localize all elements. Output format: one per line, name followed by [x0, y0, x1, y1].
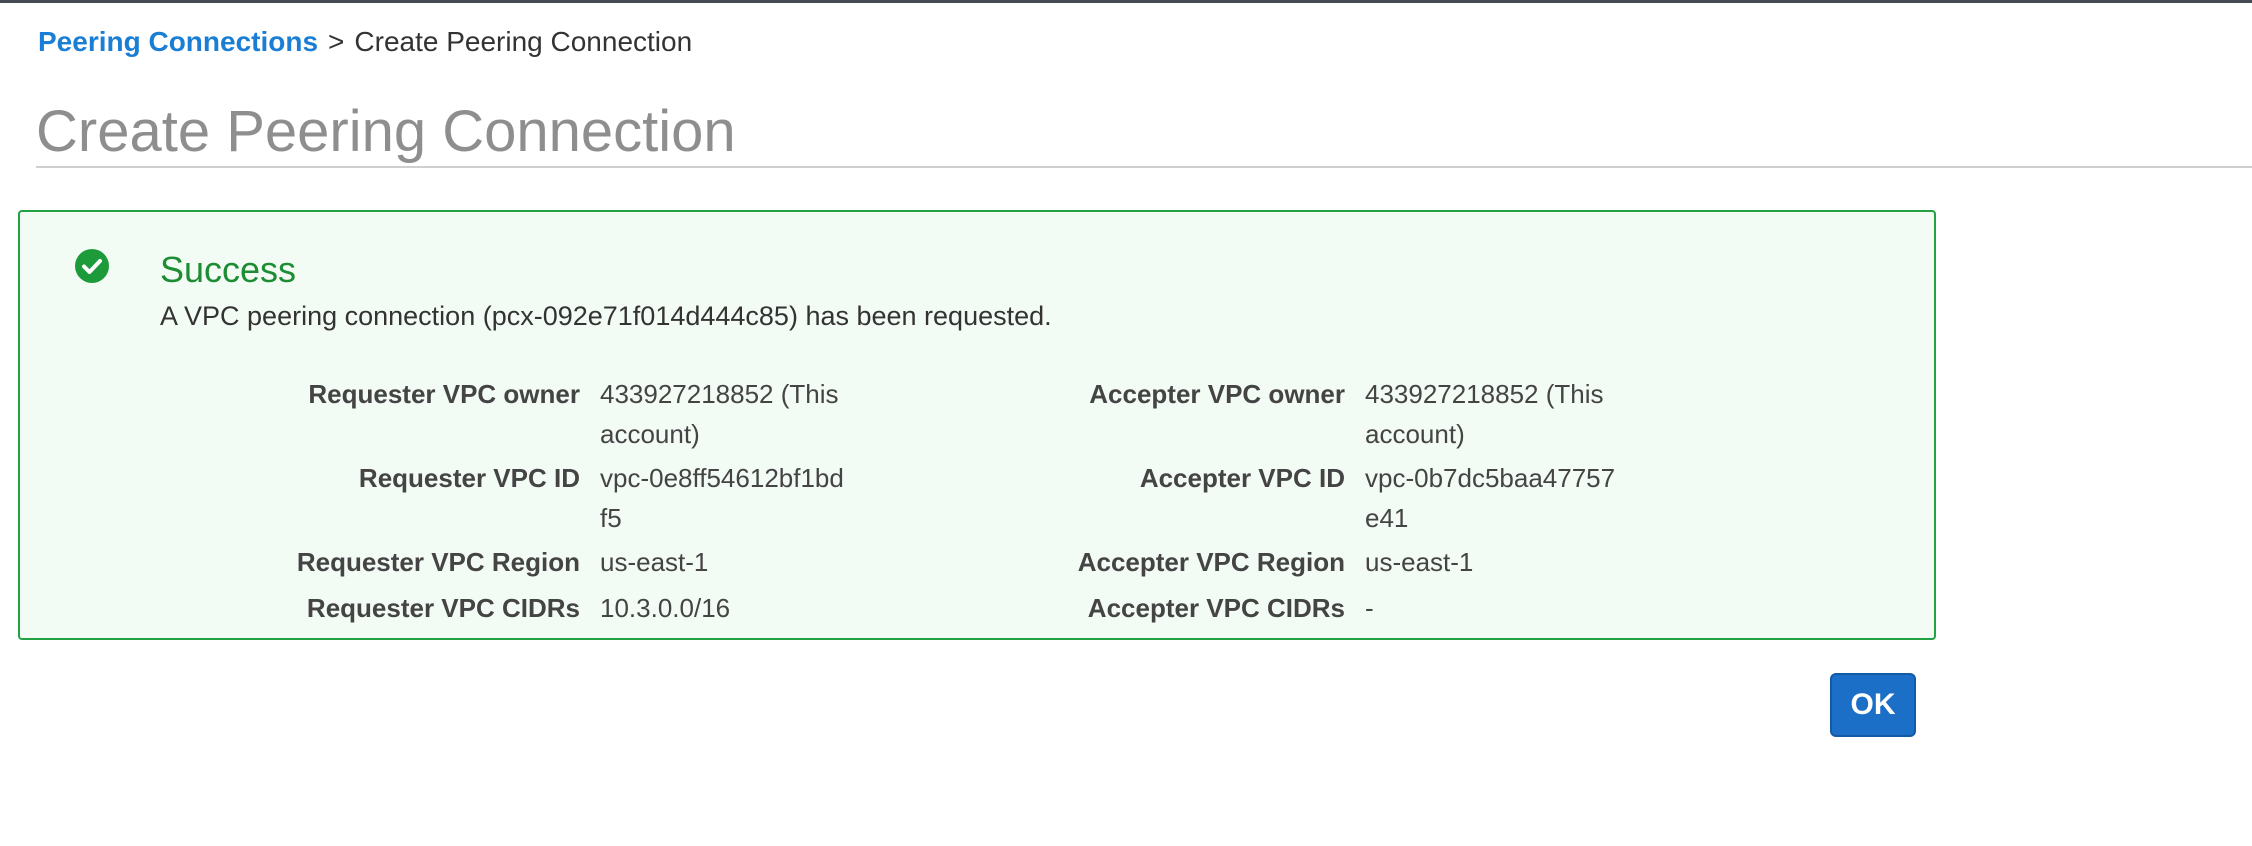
detail-row-vpc-id: Requester VPC ID vpc-0e8ff54612bf1bdf5 A…	[20, 458, 1938, 542]
success-alert: Success A VPC peering connection (pcx-09…	[18, 210, 1936, 640]
accepter-vpc-id-label: Accepter VPC ID	[1139, 463, 1345, 493]
breadcrumb-current: Create Peering Connection	[354, 26, 693, 57]
accepter-owner-label: Accepter VPC owner	[1089, 379, 1345, 409]
accepter-vpc-id-value: vpc-0b7dc5baa47757e41	[1365, 463, 1616, 533]
detail-row-cidrs: Requester VPC CIDRs 10.3.0.0/16 Accepter…	[20, 588, 1938, 632]
accepter-region-label: Accepter VPC Region	[1077, 547, 1345, 577]
top-border	[0, 0, 2252, 3]
requester-cidrs-label: Requester VPC CIDRs	[306, 593, 580, 623]
accepter-region-value: us-east-1	[1365, 547, 1474, 577]
requester-region-label: Requester VPC Region	[296, 547, 580, 577]
page-title: Create Peering Connection	[36, 99, 736, 164]
requester-region-value: us-east-1	[600, 547, 709, 577]
requester-cidrs-value: 10.3.0.0/16	[600, 593, 731, 623]
ok-button[interactable]: OK	[1830, 673, 1916, 737]
breadcrumb-separator: >	[328, 26, 345, 57]
breadcrumb-link-peering-connections[interactable]: Peering Connections	[38, 26, 318, 57]
check-circle-icon	[75, 249, 109, 283]
alert-title: Success	[160, 249, 297, 290]
requester-owner-value: 433927218852 (This account)	[600, 379, 839, 449]
alert-message: A VPC peering connection (pcx-092e71f014…	[160, 301, 1052, 331]
title-divider	[36, 166, 2252, 168]
detail-row-region: Requester VPC Region us-east-1 Accepter …	[20, 542, 1938, 586]
requester-owner-label: Requester VPC owner	[308, 379, 580, 409]
requester-vpc-id-label: Requester VPC ID	[358, 463, 580, 493]
accepter-owner-value: 433927218852 (This account)	[1365, 379, 1604, 449]
detail-row-owner: Requester VPC owner 433927218852 (This a…	[20, 374, 1938, 458]
requester-vpc-id-value: vpc-0e8ff54612bf1bdf5	[600, 463, 844, 533]
accepter-cidrs-label: Accepter VPC CIDRs	[1087, 593, 1345, 623]
accepter-cidrs-value: -	[1365, 593, 1374, 623]
breadcrumb: Peering Connections > Create Peering Conne…	[38, 22, 692, 62]
